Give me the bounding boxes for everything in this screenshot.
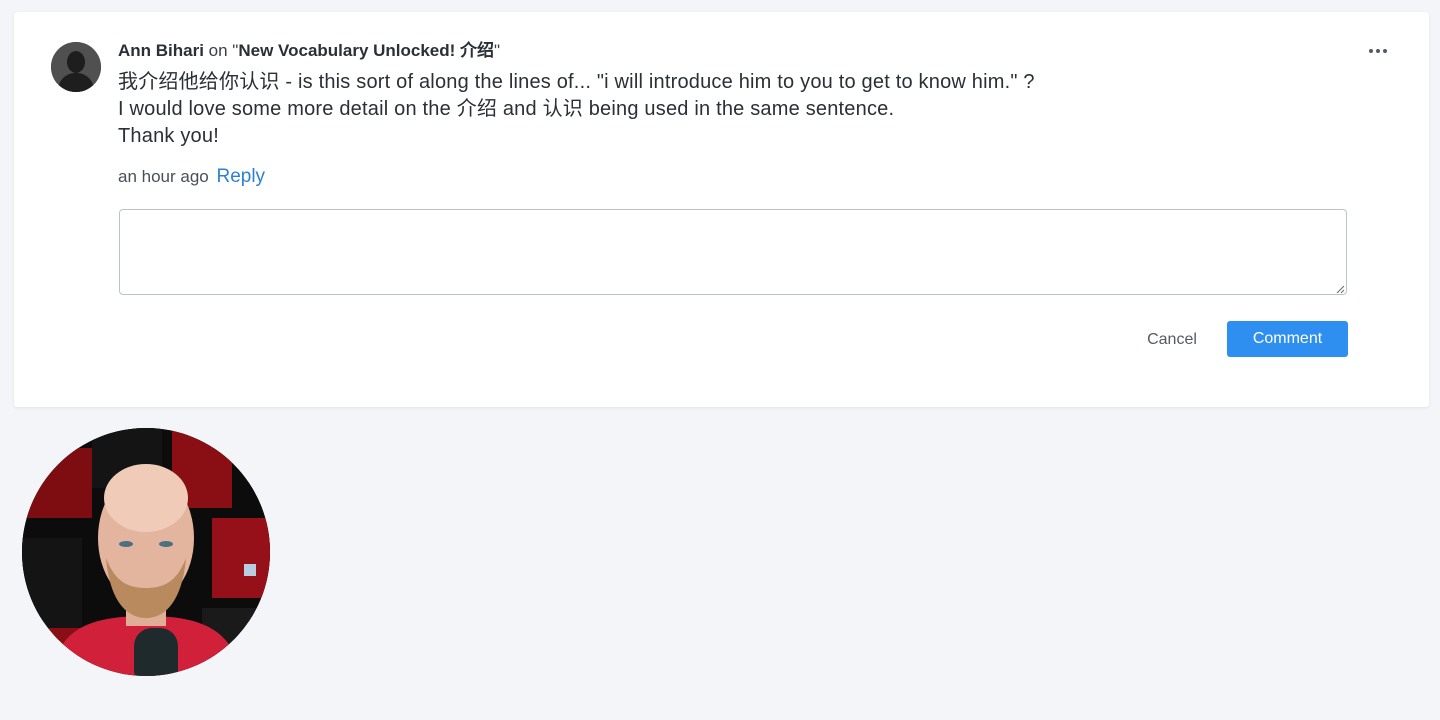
ellipsis-dot <box>1383 49 1387 53</box>
reply-textarea[interactable] <box>119 209 1347 295</box>
comment-submit-button[interactable]: Comment <box>1227 321 1348 357</box>
resize-handle-icon[interactable] <box>1335 284 1345 294</box>
comment-meta: an hour ago Reply <box>118 166 265 188</box>
cancel-button[interactable]: Cancel <box>1136 328 1208 352</box>
user-silhouette-icon <box>51 42 101 92</box>
comment-body-line: I would love some more detail on the 介绍 … <box>118 98 895 120</box>
timestamp: an hour ago <box>118 167 209 186</box>
presenter-video-image <box>22 428 270 676</box>
comment-header: Ann Bihari on "New Vocabulary Unlocked! … <box>118 40 500 62</box>
comment-body-line: 我介绍他给你认识 - is this sort of along the lin… <box>118 71 1035 93</box>
comment-card: Ann Bihari on "New Vocabulary Unlocked! … <box>14 12 1429 407</box>
post-title-link[interactable]: New Vocabulary Unlocked! 介绍 <box>238 41 494 60</box>
author-name[interactable]: Ann Bihari <box>118 41 204 60</box>
more-options-button[interactable] <box>1366 42 1390 60</box>
comment-body: 我介绍他给你认识 - is this sort of along the lin… <box>118 69 1035 150</box>
user-avatar[interactable] <box>51 42 101 92</box>
comment-body-line: Thank you! <box>118 125 219 147</box>
reply-link[interactable]: Reply <box>216 166 265 187</box>
on-label: on " <box>203 41 239 60</box>
close-quote: " <box>494 41 501 60</box>
ellipsis-dot <box>1376 49 1380 53</box>
ellipsis-horizontal-icon <box>1369 49 1373 53</box>
webcam-overlay <box>22 428 270 676</box>
